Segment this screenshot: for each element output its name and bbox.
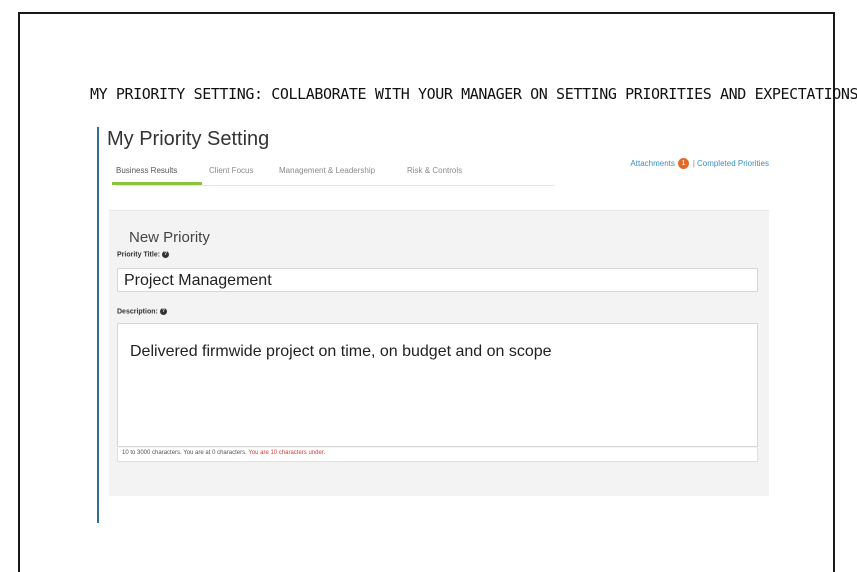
description-label-text: Description: xyxy=(117,308,158,316)
page-title: My Priority Setting xyxy=(107,128,270,150)
header-links: Attachments 1 | Completed Priorities xyxy=(630,158,769,169)
tab-client-focus[interactable]: Client Focus xyxy=(209,166,253,175)
active-tab-indicator xyxy=(112,182,202,185)
help-circle-icon[interactable]: ? xyxy=(159,308,167,315)
priority-title-label: Priority Title:? xyxy=(117,251,170,259)
panel-accent-bar xyxy=(97,127,99,523)
priority-title-label-text: Priority Title: xyxy=(117,251,161,259)
character-count-text: 10 to 3000 characters. You are at 0 char… xyxy=(122,450,247,456)
link-separator: | xyxy=(692,159,695,168)
form-section-title: New Priority xyxy=(129,229,210,246)
attachments-link[interactable]: Attachments xyxy=(630,159,674,168)
completed-priorities-link[interactable]: Completed Priorities xyxy=(697,159,769,168)
help-circle-icon[interactable]: ? xyxy=(162,251,170,258)
tab-bar: Business Results Client Focus Management… xyxy=(112,163,554,186)
character-counter: 10 to 3000 characters. You are at 0 char… xyxy=(117,448,758,462)
attachments-count-badge: 1 xyxy=(677,158,689,169)
priority-title-input[interactable]: Project Management xyxy=(117,268,758,292)
slide-heading: MY PRIORITY SETTING: COLLABORATE WITH YO… xyxy=(90,85,857,103)
new-priority-form: New Priority Priority Title:? Project Ma… xyxy=(109,210,769,496)
description-textarea[interactable]: Delivered firmwide project on time, on b… xyxy=(117,323,758,447)
tab-business-results[interactable]: Business Results xyxy=(116,166,177,175)
tab-management-leadership[interactable]: Management & Leadership xyxy=(279,166,375,175)
description-label: Description:? xyxy=(117,308,167,315)
character-count-warning: You are 10 characters under. xyxy=(248,450,326,456)
tab-risk-controls[interactable]: Risk & Controls xyxy=(407,166,462,175)
